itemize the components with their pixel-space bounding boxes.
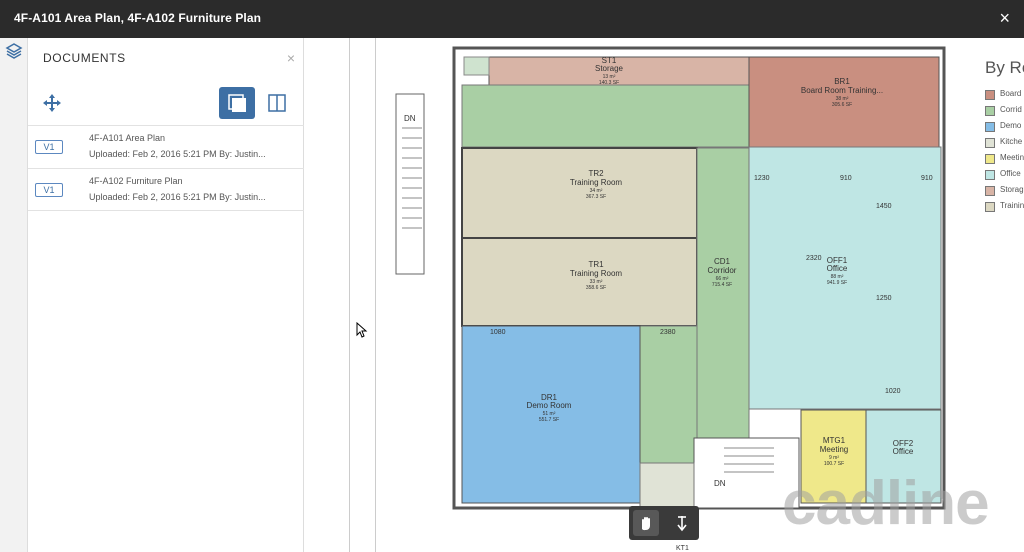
legend-label: Corrid (1000, 105, 1022, 114)
dimension-label: 910 (921, 175, 933, 182)
stair-label: DN (714, 479, 726, 488)
dimension-label: 1230 (754, 175, 770, 182)
document-name: 4F-A101 Area Plan (89, 133, 166, 143)
room-area-sf: 305.6 SF (832, 102, 852, 108)
room-code: TR2 (588, 169, 604, 178)
single-view-button[interactable] (219, 87, 255, 119)
room-off1[interactable] (748, 146, 942, 410)
room-code: MTG1 (823, 436, 846, 445)
room-area-sf: 941.9 SF (827, 280, 847, 286)
room-name: Board Room Training... (801, 86, 883, 95)
panel-header: DOCUMENTS (43, 51, 126, 65)
room-name: Training Room (570, 269, 623, 278)
list-item[interactable]: V1 4F-A101 Area Plan Uploaded: Feb 2, 20… (28, 125, 304, 168)
legend-title: By Ro (985, 58, 1024, 77)
dimension-label: 1250 (876, 295, 892, 302)
legend-swatch (985, 106, 995, 116)
room-tr2[interactable] (461, 147, 698, 239)
version-badge[interactable]: V1 (35, 183, 63, 197)
move-icon[interactable] (42, 93, 62, 113)
legend-label: Kitche (1000, 137, 1023, 146)
pan-button[interactable] (633, 510, 659, 536)
room-tr1[interactable] (461, 237, 698, 327)
dimension-label: 1450 (876, 203, 892, 210)
legend-label: Trainin (1000, 201, 1024, 210)
version-badge[interactable]: V1 (35, 140, 63, 154)
room-name: Office (827, 264, 848, 273)
legend-swatch (985, 138, 995, 148)
dimension-label: 2320 (806, 255, 822, 262)
legend-label: Office (1000, 169, 1021, 178)
panel-close-icon[interactable]: × (287, 50, 295, 66)
stair-left: DN (395, 93, 425, 275)
dimension-label: 1080 (490, 329, 506, 336)
window-title: 4F-A101 Area Plan, 4F-A102 Furniture Pla… (14, 11, 262, 25)
dimension-label: 910 (840, 175, 852, 182)
legend-swatch (985, 186, 995, 196)
room-area-sf: 715.4 SF (712, 282, 732, 288)
mouse-cursor-icon (356, 322, 368, 338)
viewer-toolbar (629, 506, 699, 540)
room-area-sf: 367.3 SF (586, 194, 606, 200)
legend-swatch (985, 170, 995, 180)
legend-swatch (985, 90, 995, 100)
dimension-label: 2380 (660, 329, 676, 336)
list-item[interactable]: V1 4F-A102 Furniture Plan Uploaded: Feb … (28, 168, 304, 211)
cadline-watermark: cadline (782, 469, 990, 538)
single-view-icon (228, 94, 246, 112)
room-code: CD1 (714, 257, 731, 266)
legend-swatch (985, 202, 995, 212)
document-list: V1 4F-A101 Area Plan Uploaded: Feb 2, 20… (28, 125, 304, 211)
legend-label: Demo (1000, 121, 1022, 130)
dimension-label: 1020 (885, 388, 901, 395)
hand-icon (642, 517, 650, 531)
room-cd1-lower (639, 325, 698, 464)
walk-icon (677, 516, 687, 532)
layers-icon[interactable] (5, 42, 23, 60)
room-name: Meeting (820, 445, 848, 454)
room-name: Storage (595, 64, 624, 73)
room-name: Demo Room (527, 401, 572, 410)
room-name: Corridor (708, 266, 737, 275)
legend-label: Storag (1000, 185, 1024, 194)
first-person-button[interactable] (669, 510, 695, 536)
room-area-sf: 100.7 SF (824, 461, 844, 467)
shaft (463, 56, 490, 76)
room-cd1[interactable] (696, 147, 750, 464)
room-name: Training Room (570, 178, 623, 187)
split-view-icon[interactable] (266, 92, 288, 114)
room-code: TR1 (588, 260, 604, 269)
room-name: Office (893, 447, 914, 456)
legend-label: Board (1000, 89, 1022, 98)
documents-panel: DOCUMENTS × V1 4F-A101 Area Plan Uploade… (28, 38, 304, 552)
title-bar: 4F-A101 Area Plan, 4F-A102 Furniture Pla… (0, 0, 1024, 38)
left-toolbar (0, 38, 28, 552)
stair-label: DN (404, 114, 416, 123)
room-kt1[interactable] (639, 462, 695, 509)
document-name: 4F-A102 Furniture Plan (89, 176, 183, 186)
legend-swatch (985, 122, 995, 132)
room-area-sf: 551.7 SF (539, 417, 559, 423)
room-code: BR1 (834, 77, 850, 86)
document-meta: Uploaded: Feb 2, 2016 5:21 PM By: Justin… (89, 192, 266, 202)
legend-swatch (985, 154, 995, 164)
room-area-sf: 358.6 SF (586, 285, 606, 291)
close-icon[interactable]: × (999, 8, 1010, 29)
room-code: KT1 (676, 545, 689, 552)
room-cd1-top (461, 84, 750, 148)
legend-label: Meetin (1000, 153, 1024, 162)
document-meta: Uploaded: Feb 2, 2016 5:21 PM By: Justin… (89, 149, 266, 159)
